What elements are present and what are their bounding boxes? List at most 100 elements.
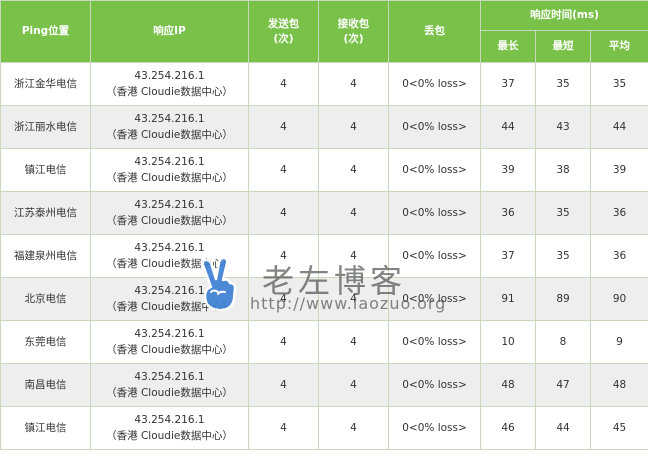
cell-min: 44 (535, 406, 591, 450)
table-row: 浙江金华电信 43.254.216.1 （香港 Cloudie数据中心） 4 4 … (0, 62, 648, 106)
cell-max: 91 (480, 277, 536, 321)
cell-loss: 0<0% loss> (388, 62, 481, 106)
cell-loss: 0<0% loss> (388, 105, 481, 149)
cell-max: 39 (480, 148, 536, 192)
header-response-time: 响应时间(ms) (480, 0, 648, 31)
ping-results-table: Ping位置 响应IP 发送包 (次) 接收包 (次) 丢包 响应时间(ms) … (0, 0, 648, 450)
cell-avg: 36 (590, 234, 648, 278)
ip-address: 43.254.216.1 (134, 156, 205, 168)
cell-location: 南昌电信 (0, 363, 91, 407)
cell-ip: 43.254.216.1 （香港 Cloudie数据中心） (90, 191, 249, 235)
cell-min: 35 (535, 191, 591, 235)
cell-received: 4 (318, 363, 389, 407)
cell-min: 89 (535, 277, 591, 321)
cell-min: 43 (535, 105, 591, 149)
cell-avg: 48 (590, 363, 648, 407)
cell-avg: 35 (590, 62, 648, 106)
cell-max: 37 (480, 62, 536, 106)
cell-loss: 0<0% loss> (388, 363, 481, 407)
table-row: 镇江电信 43.254.216.1 （香港 Cloudie数据中心） 4 4 0<… (0, 148, 648, 192)
cell-avg: 39 (590, 148, 648, 192)
cell-received: 4 (318, 191, 389, 235)
cell-location: 福建泉州电信 (0, 234, 91, 278)
cell-received: 4 (318, 148, 389, 192)
cell-loss: 0<0% loss> (388, 234, 481, 278)
cell-received: 4 (318, 277, 389, 321)
cell-loss: 0<0% loss> (388, 406, 481, 450)
cell-max: 36 (480, 191, 536, 235)
cell-location: 浙江金华电信 (0, 62, 91, 106)
cell-ip: 43.254.216.1 （香港 Cloudie数据中心） (90, 62, 249, 106)
cell-location: 东莞电信 (0, 320, 91, 364)
table-row: 浙江丽水电信 43.254.216.1 （香港 Cloudie数据中心） 4 4 … (0, 105, 648, 149)
cell-loss: 0<0% loss> (388, 191, 481, 235)
cell-ip: 43.254.216.1 （香港 Cloudie数据中心） (90, 277, 249, 321)
ip-address: 43.254.216.1 (134, 242, 205, 254)
cell-location: 浙江丽水电信 (0, 105, 91, 149)
cell-sent: 4 (248, 191, 319, 235)
ip-address: 43.254.216.1 (134, 199, 205, 211)
header-min: 最短 (535, 30, 591, 63)
header-loss: 丢包 (388, 0, 481, 63)
cell-max: 44 (480, 105, 536, 149)
cell-avg: 36 (590, 191, 648, 235)
cell-sent: 4 (248, 148, 319, 192)
ip-note: （香港 Cloudie数据中心） (106, 258, 233, 270)
cell-location: 镇江电信 (0, 148, 91, 192)
header-received: 接收包 (次) (318, 0, 389, 63)
cell-sent: 4 (248, 234, 319, 278)
header-sent: 发送包 (次) (248, 0, 319, 63)
cell-min: 47 (535, 363, 591, 407)
cell-avg: 45 (590, 406, 648, 450)
table-row: 东莞电信 43.254.216.1 （香港 Cloudie数据中心） 4 4 0<… (0, 320, 648, 364)
header-avg: 平均 (590, 30, 648, 63)
cell-min: 38 (535, 148, 591, 192)
cell-location: 镇江电信 (0, 406, 91, 450)
header-location: Ping位置 (0, 0, 91, 63)
ip-address: 43.254.216.1 (134, 371, 205, 383)
cell-location: 江苏泰州电信 (0, 191, 91, 235)
ip-address: 43.254.216.1 (134, 70, 205, 82)
table-row: 南昌电信 43.254.216.1 （香港 Cloudie数据中心） 4 4 0<… (0, 363, 648, 407)
cell-min: 8 (535, 320, 591, 364)
cell-received: 4 (318, 406, 389, 450)
cell-max: 10 (480, 320, 536, 364)
table-header-row: Ping位置 响应IP 发送包 (次) 接收包 (次) 丢包 响应时间(ms) (0, 0, 648, 63)
ip-address: 43.254.216.1 (134, 414, 205, 426)
cell-ip: 43.254.216.1 （香港 Cloudie数据中心） (90, 105, 249, 149)
cell-avg: 9 (590, 320, 648, 364)
cell-max: 46 (480, 406, 536, 450)
cell-location: 北京电信 (0, 277, 91, 321)
ip-note: （香港 Cloudie数据中心） (106, 301, 233, 313)
ip-note: （香港 Cloudie数据中心） (106, 344, 233, 356)
cell-min: 35 (535, 234, 591, 278)
ip-note: （香港 Cloudie数据中心） (106, 215, 233, 227)
cell-loss: 0<0% loss> (388, 148, 481, 192)
cell-sent: 4 (248, 320, 319, 364)
cell-loss: 0<0% loss> (388, 277, 481, 321)
ip-address: 43.254.216.1 (134, 328, 205, 340)
cell-ip: 43.254.216.1 （香港 Cloudie数据中心） (90, 363, 249, 407)
ip-note: （香港 Cloudie数据中心） (106, 430, 233, 442)
table-row: 北京电信 43.254.216.1 （香港 Cloudie数据中心） 4 4 0<… (0, 277, 648, 321)
cell-min: 35 (535, 62, 591, 106)
cell-sent: 4 (248, 62, 319, 106)
cell-ip: 43.254.216.1 （香港 Cloudie数据中心） (90, 406, 249, 450)
cell-received: 4 (318, 105, 389, 149)
ip-note: （香港 Cloudie数据中心） (106, 86, 233, 98)
cell-sent: 4 (248, 406, 319, 450)
cell-ip: 43.254.216.1 （香港 Cloudie数据中心） (90, 320, 249, 364)
cell-sent: 4 (248, 105, 319, 149)
cell-max: 37 (480, 234, 536, 278)
ip-address: 43.254.216.1 (134, 285, 205, 297)
cell-loss: 0<0% loss> (388, 320, 481, 364)
cell-avg: 44 (590, 105, 648, 149)
cell-received: 4 (318, 62, 389, 106)
table-row: 镇江电信 43.254.216.1 （香港 Cloudie数据中心） 4 4 0<… (0, 406, 648, 450)
cell-ip: 43.254.216.1 （香港 Cloudie数据中心） (90, 148, 249, 192)
ip-note: （香港 Cloudie数据中心） (106, 172, 233, 184)
header-ip: 响应IP (90, 0, 249, 63)
cell-received: 4 (318, 234, 389, 278)
cell-received: 4 (318, 320, 389, 364)
table-row: 江苏泰州电信 43.254.216.1 （香港 Cloudie数据中心） 4 4 … (0, 191, 648, 235)
